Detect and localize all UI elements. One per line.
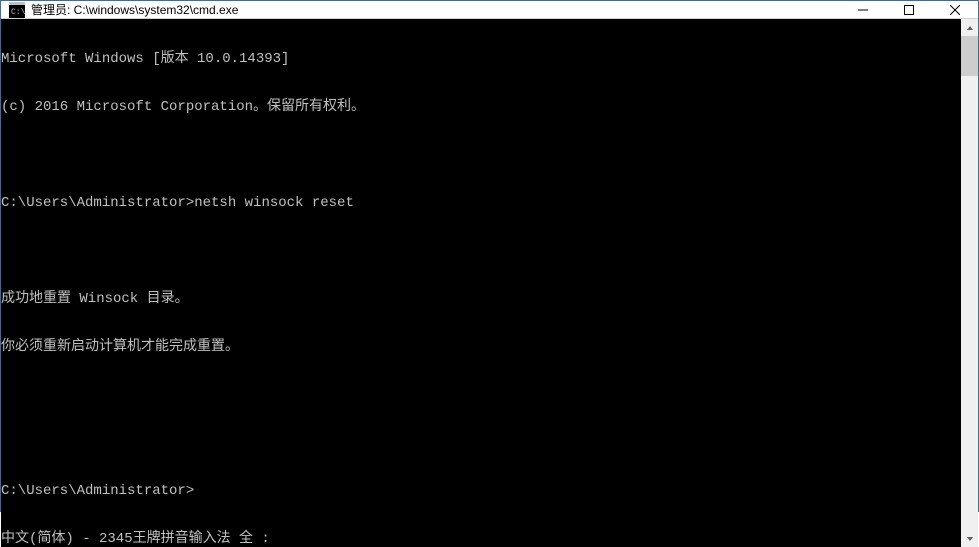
terminal-line xyxy=(1,387,961,403)
terminal-line: 你必须重新启动计算机才能完成重置。 xyxy=(1,339,961,355)
minimize-button[interactable] xyxy=(840,1,886,18)
scroll-down-button[interactable] xyxy=(961,530,978,547)
terminal-line xyxy=(1,147,961,163)
window-title: 管理员: C:\windows\system32\cmd.exe xyxy=(31,1,238,18)
cmd-icon: C:\ xyxy=(9,2,25,18)
scrollbar-track[interactable] xyxy=(961,36,978,530)
scrollbar-thumb[interactable] xyxy=(961,36,978,76)
vertical-scrollbar[interactable] xyxy=(961,19,978,547)
ime-status-line: 中文(简体) - 2345王牌拼音输入法 全 : xyxy=(1,531,270,547)
terminal-line: 成功地重置 Winsock 目录。 xyxy=(1,291,961,307)
maximize-button[interactable] xyxy=(886,1,932,18)
window-controls xyxy=(840,1,978,18)
terminal-line: (c) 2016 Microsoft Corporation。保留所有权利。 xyxy=(1,99,961,115)
terminal-line xyxy=(1,435,961,451)
terminal-output[interactable]: Microsoft Windows [版本 10.0.14393] (c) 20… xyxy=(1,19,961,547)
title-bar[interactable]: C:\ 管理员: C:\windows\system32\cmd.exe xyxy=(1,1,978,19)
terminal-line xyxy=(1,243,961,259)
terminal-line: C:\Users\Administrator>netsh winsock res… xyxy=(1,195,961,211)
client-area: Microsoft Windows [版本 10.0.14393] (c) 20… xyxy=(1,19,978,547)
svg-text:C:\: C:\ xyxy=(11,8,25,17)
scroll-up-button[interactable] xyxy=(961,19,978,36)
close-button[interactable] xyxy=(932,1,978,18)
terminal-line: C:\Users\Administrator> xyxy=(1,483,961,499)
cmd-window: C:\ 管理员: C:\windows\system32\cmd.exe Mic… xyxy=(0,0,979,512)
terminal-line: Microsoft Windows [版本 10.0.14393] xyxy=(1,51,961,67)
